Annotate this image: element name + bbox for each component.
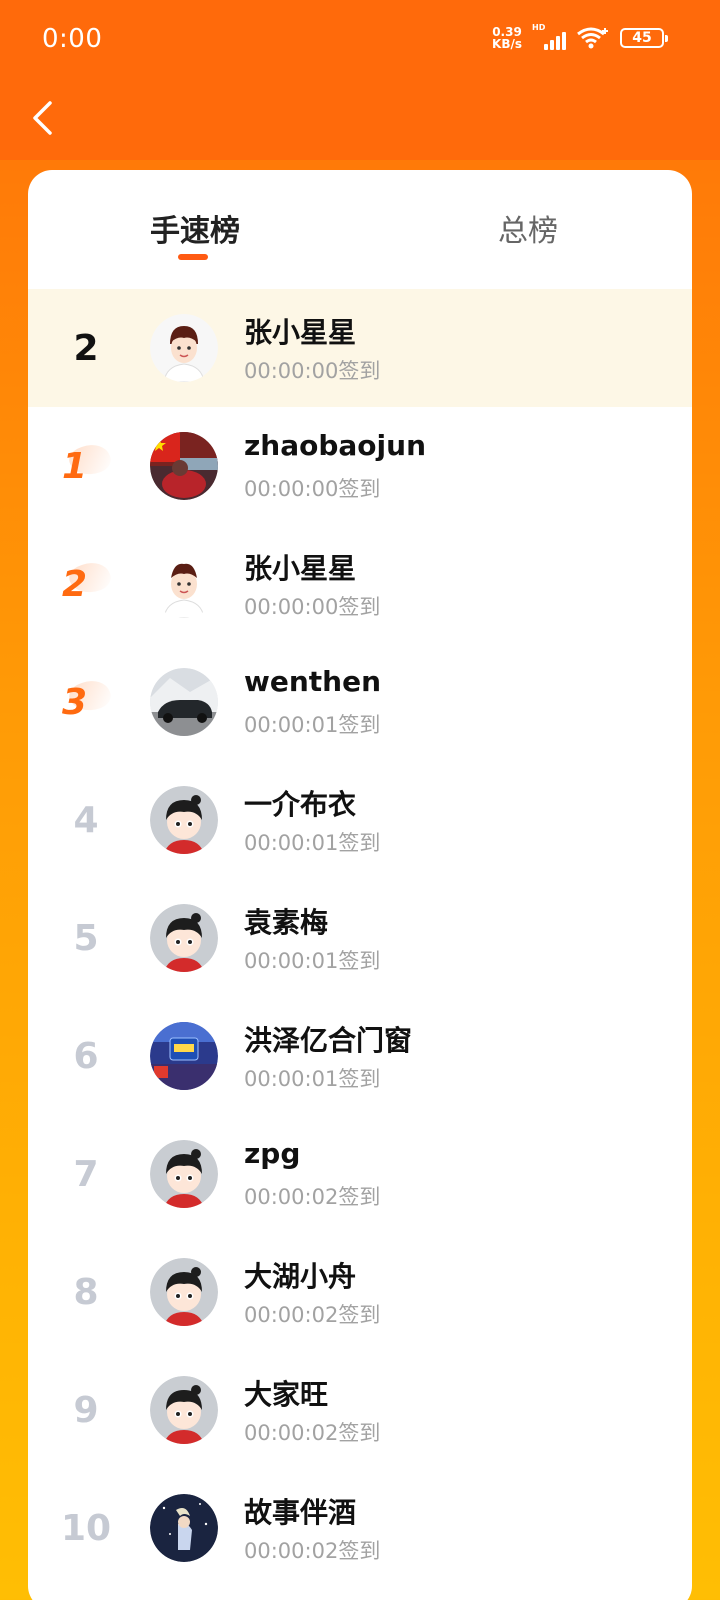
user-name: 故事伴酒 (244, 1496, 357, 1529)
battery-icon: 45 (620, 28, 668, 48)
rank-number: 3 (62, 681, 88, 723)
user-name: 一介布衣 (244, 788, 357, 821)
user-name: 张小星星 (244, 316, 357, 349)
wifi-icon (577, 27, 608, 49)
default-avatar-icon (150, 1140, 218, 1208)
ranking-row[interactable]: 7 zpg 00:00:02签到 (28, 1115, 692, 1233)
checkin-time: 00:00:00签到 (244, 359, 381, 383)
status-time: 0:00 (42, 24, 103, 54)
ranking-row[interactable]: 9 大家旺 00:00:02签到 (28, 1351, 692, 1469)
user-name: 洪泽亿合门窗 (244, 1024, 413, 1057)
avatar (150, 432, 218, 500)
leaderboard-card: 手速榜 总榜 2 张小星星 00:00:00签到 1 zhaobaojun 00… (28, 170, 692, 1600)
hd-label: HD (532, 23, 546, 32)
user-name: 张小星星 (244, 552, 357, 585)
user-name: 大湖小舟 (244, 1260, 357, 1293)
rank-number: 6 (73, 1035, 99, 1077)
rank-number: 10 (60, 1507, 112, 1549)
network-speed: 0.39 KB/s (492, 25, 522, 51)
ranking-row[interactable]: 6 洪泽亿合门窗 00:00:01签到 (28, 997, 692, 1115)
checkin-time: 00:00:00签到 (244, 477, 381, 501)
checkin-time: 00:00:01签到 (244, 949, 381, 973)
tab-total-ranking[interactable]: 总榜 (498, 206, 558, 250)
nav-bar (0, 78, 720, 160)
rank-number: 1 (62, 445, 88, 487)
status-bar: 0:00 0.39 KB/s HD 45 (0, 0, 720, 78)
checkin-time: 00:00:01签到 (244, 1067, 381, 1091)
avatar (150, 550, 218, 618)
rank-number: 2 (62, 563, 88, 605)
checkin-time: 00:00:02签到 (244, 1539, 381, 1563)
default-avatar-icon (150, 904, 218, 972)
user-name: zhaobaojun (244, 429, 426, 462)
ranking-row[interactable]: 2 张小星星 00:00:00签到 (28, 525, 692, 643)
rank-number: 7 (73, 1153, 99, 1195)
rank-number: 5 (73, 917, 99, 959)
default-avatar-icon (150, 786, 218, 854)
avatar (150, 1494, 218, 1562)
chevron-left-icon (33, 101, 52, 135)
rank-number: 2 (73, 327, 99, 369)
user-name: 袁素梅 (244, 906, 329, 939)
ranking-row[interactable]: 5 袁素梅 00:00:01签到 (28, 879, 692, 997)
rank-number: 4 (73, 799, 99, 841)
my-rank-row[interactable]: 2 张小星星 00:00:00签到 (28, 289, 692, 407)
checkin-time: 00:00:02签到 (244, 1185, 381, 1209)
avatar (150, 314, 218, 382)
avatar (150, 1022, 218, 1090)
ranking-row[interactable]: 8 大湖小舟 00:00:02签到 (28, 1233, 692, 1351)
default-avatar-icon (150, 1376, 218, 1444)
rank-number: 8 (73, 1271, 99, 1313)
user-name: zpg (244, 1137, 301, 1170)
user-name: wenthen (244, 665, 382, 698)
back-button[interactable] (22, 94, 62, 142)
checkin-time: 00:00:02签到 (244, 1303, 381, 1327)
ranking-row[interactable]: 1 zhaobaojun 00:00:00签到 (28, 407, 692, 525)
checkin-time: 00:00:01签到 (244, 713, 381, 737)
tab-active-indicator (178, 254, 208, 260)
checkin-time: 00:00:01签到 (244, 831, 381, 855)
status-icons: 0.39 KB/s HD 45 (492, 23, 668, 51)
ranking-row[interactable]: 10 故事伴酒 00:00:02签到 (28, 1469, 692, 1587)
checkin-time: 00:00:02签到 (244, 1421, 381, 1445)
rank-number: 9 (73, 1389, 99, 1431)
ranking-row[interactable]: 3 wenthen 00:00:01签到 (28, 643, 692, 761)
tab-bar: 手速榜 总榜 (28, 170, 692, 294)
default-avatar-icon (150, 1258, 218, 1326)
user-name: 大家旺 (244, 1378, 329, 1411)
avatar (150, 668, 218, 736)
checkin-time: 00:00:00签到 (244, 595, 381, 619)
cellular-signal-icon: HD (532, 23, 566, 50)
ranking-row[interactable]: 4 一介布衣 00:00:01签到 (28, 761, 692, 879)
tab-speed-ranking[interactable]: 手速榜 (150, 206, 240, 250)
